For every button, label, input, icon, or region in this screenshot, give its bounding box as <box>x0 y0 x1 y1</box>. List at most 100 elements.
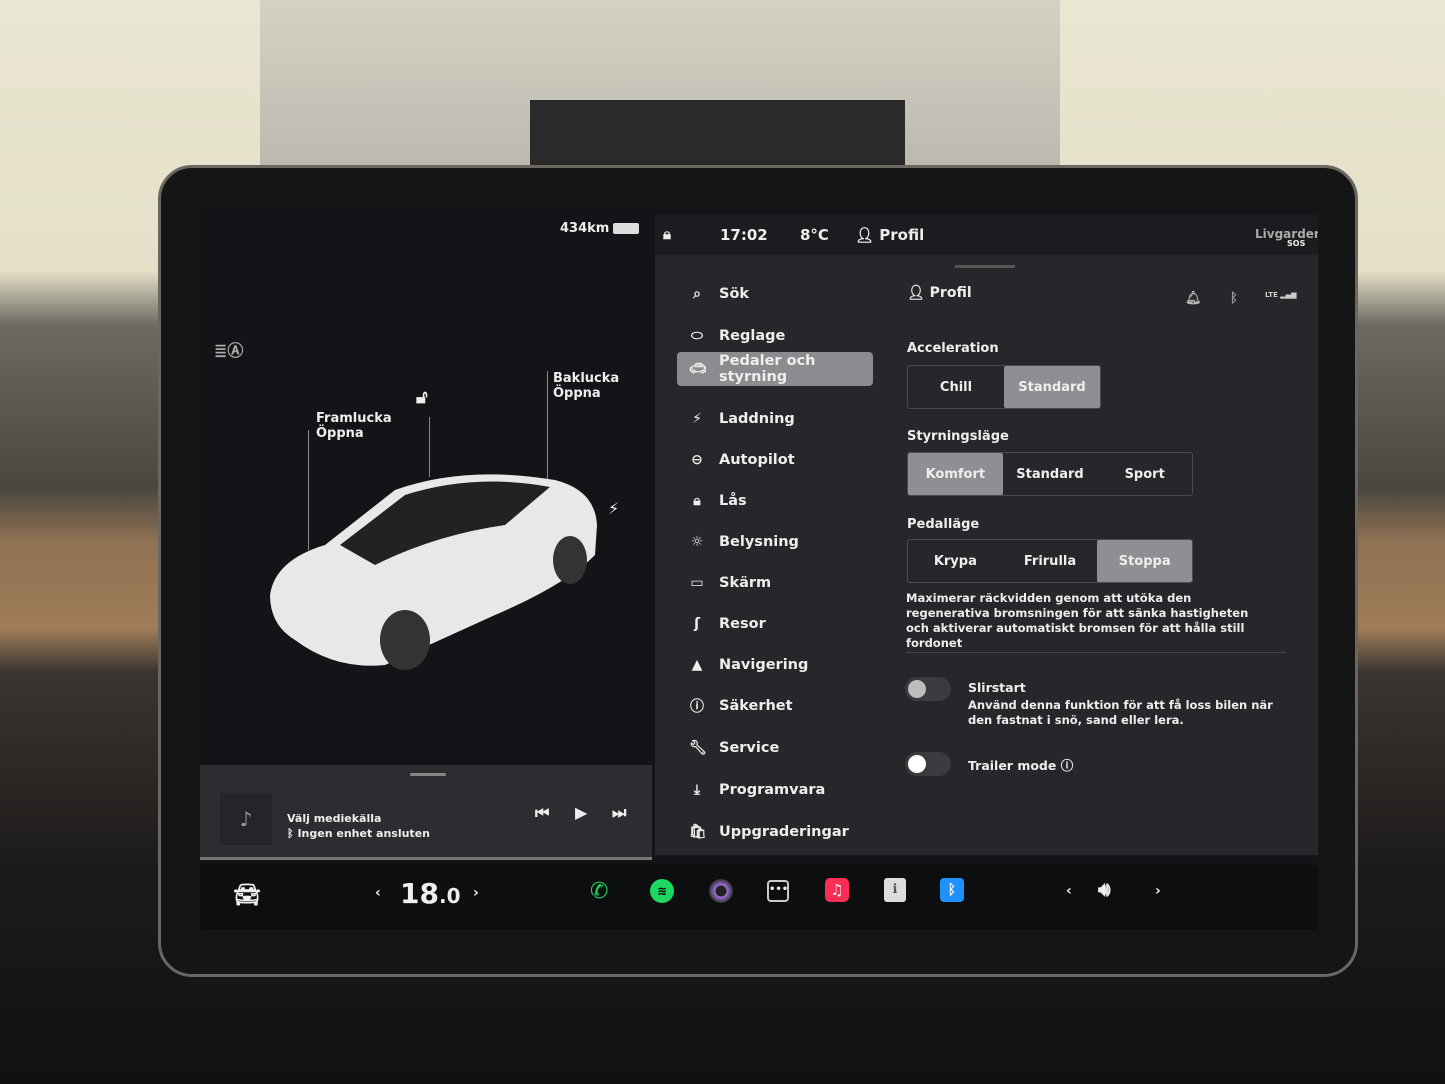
slip-start-toggle[interactable] <box>905 677 951 701</box>
trunk-label: Baklucka <box>553 371 620 386</box>
more-apps-icon[interactable]: ••• <box>767 880 789 902</box>
steering-mode-selector: Komfort Standard Sport <box>907 452 1193 496</box>
lock-toggle-icon[interactable]: 🔒︎ <box>663 225 671 243</box>
volume-up-button[interactable]: › <box>1155 883 1161 899</box>
menu-item-las[interactable]: 🔒︎ Lås <box>677 484 873 518</box>
acceleration-option-chill[interactable]: Chill <box>908 366 1004 408</box>
trailer-mode-label: Trailer mode <box>968 758 1057 773</box>
menu-item-autopilot[interactable]: ⊖ Autopilot <box>677 443 873 477</box>
unlock-icon[interactable]: 🔓︎ <box>416 387 428 408</box>
bolt-icon: ⚡︎ <box>692 411 702 427</box>
trailer-mode-row: Trailer mode ⓘ <box>968 755 1073 774</box>
menu-item-laddning[interactable]: ⚡︎ Laddning <box>677 402 873 436</box>
play-icon[interactable]: ▶︎ <box>575 803 587 822</box>
pedal-option-krypa[interactable]: Krypa <box>908 540 1003 582</box>
car-icon: 🚗︎ <box>689 361 707 377</box>
media-subtitle: ᛒ Ingen enhet ansluten <box>287 827 430 840</box>
car-controls-icon[interactable]: 🚘︎ <box>233 883 261 908</box>
profile-button[interactable]: 👤︎ Profil <box>855 226 924 244</box>
temp-up-button[interactable]: › <box>473 885 479 901</box>
toggle-knob <box>908 755 926 773</box>
menu-item-sakerhet[interactable]: ⓘ Säkerhet <box>677 689 873 723</box>
menu-item-belysning[interactable]: ☼ Belysning <box>677 525 873 559</box>
menu-label: Reglage <box>719 328 786 344</box>
range-indicator: 434km <box>560 221 640 236</box>
menu-item-pedaler[interactable]: 🚗︎ Pedaler och styrning <box>677 352 873 386</box>
slip-start-description: Använd denna funktion för att få loss bi… <box>968 698 1273 727</box>
media-subtitle-text: Ingen enhet ansluten <box>297 827 430 840</box>
volume-icon[interactable]: 🔊︎ <box>1098 877 1111 901</box>
phone-icon[interactable]: ✆ <box>590 879 608 904</box>
charge-port-icon[interactable]: ⚡︎ <box>608 499 619 518</box>
menu-item-resor[interactable]: ʃ Resor <box>677 607 873 641</box>
toggle-knob <box>908 680 926 698</box>
notification-bell-icon[interactable]: 🔔︎ <box>1185 291 1202 306</box>
pedal-option-frirulla[interactable]: Frirulla <box>1003 540 1098 582</box>
car-image <box>270 474 597 670</box>
battery-icon <box>613 223 640 234</box>
pedal-option-stoppa[interactable]: Stoppa <box>1097 540 1193 582</box>
safety-icon: ⓘ <box>690 699 704 715</box>
trailer-mode-toggle[interactable] <box>905 752 951 776</box>
headlight-auto-icon[interactable]: ≣Ⓐ <box>214 337 243 361</box>
camera-icon[interactable] <box>709 879 733 903</box>
menu-label: Service <box>719 740 780 756</box>
frunk-open-button[interactable]: Framlucka Öppna <box>316 411 392 441</box>
cabin-temperature[interactable]: 18.0 <box>400 877 460 910</box>
trunk-state: Öppna <box>553 386 601 401</box>
music-note-icon: ♪ <box>220 793 272 845</box>
menu-item-navigering[interactable]: ▲ Navigering <box>677 648 873 682</box>
search-icon: ⌕ <box>693 286 701 302</box>
status-bar: 🔒︎ 17:02 8°C 👤︎ Profil Livgarden SOS <box>655 215 1318 255</box>
menu-item-programvara[interactable]: ⤓ Programvara <box>677 773 873 807</box>
bottom-bar: 🚘︎ ‹ 18.0 › ✆ ≋ ••• ♫ ℹ ᛒ ‹ 🔊︎ › <box>200 865 1318 930</box>
outside-temperature: 8°C <box>800 226 829 244</box>
menu-label: Skärm <box>719 575 772 591</box>
menu-item-service[interactable]: 🔧︎ Service <box>677 731 873 765</box>
frunk-state: Öppna <box>316 426 364 441</box>
profile-label: Profil <box>879 226 925 244</box>
steering-option-standard[interactable]: Standard <box>1003 453 1098 495</box>
steering-mode-label: Styrningsläge <box>907 429 1009 444</box>
clock: 17:02 <box>720 226 768 244</box>
volume-down-button[interactable]: ‹ <box>1066 883 1072 899</box>
menu-item-reglage[interactable]: ⬭ Reglage <box>677 319 873 353</box>
steering-option-sport[interactable]: Sport <box>1097 453 1192 495</box>
temp-decimal: .0 <box>438 884 461 908</box>
music-app-icon[interactable]: ♫ <box>825 878 849 902</box>
divider <box>906 652 1286 653</box>
slip-start-label: Slirstart <box>968 680 1026 695</box>
previous-track-icon[interactable]: ⏮︎ <box>535 803 549 823</box>
temp-down-button[interactable]: ‹ <box>375 885 381 901</box>
wrench-icon: 🔧︎ <box>689 740 707 756</box>
car-panel: 434km ≣Ⓐ Framlucka Öppna 🔓︎ Baklucka Öpp… <box>200 205 652 865</box>
acceleration-selector: Chill Standard <box>907 365 1101 409</box>
media-source-title[interactable]: Välj mediekälla <box>287 812 381 825</box>
lte-label: LTE <box>1265 291 1278 299</box>
navigation-icon: ▲ <box>691 657 703 673</box>
media-drag-handle[interactable] <box>410 773 446 776</box>
lock-icon: 🔒︎ <box>693 493 701 509</box>
acceleration-option-standard[interactable]: Standard <box>1004 366 1100 408</box>
menu-item-skarm[interactable]: ▭ Skärm <box>677 566 873 600</box>
manual-icon[interactable]: ℹ <box>884 878 906 902</box>
menu-label: Navigering <box>719 657 809 673</box>
bluetooth-status-icon[interactable]: ᛒ <box>1230 291 1238 306</box>
menu-label: Resor <box>719 616 766 632</box>
pedal-mode-description: Maximerar räckvidden genom att utöka den… <box>906 591 1249 650</box>
info-icon[interactable]: ⓘ <box>1061 758 1074 773</box>
range-text: 434km <box>560 221 610 236</box>
sos-button[interactable]: SOS <box>1287 239 1305 248</box>
spotify-icon[interactable]: ≋ <box>650 879 674 903</box>
media-player: ♪ Välj mediekälla ᛒ Ingen enhet ansluten… <box>200 765 652 860</box>
panel-drag-handle[interactable] <box>955 265 1015 268</box>
menu-item-sok[interactable]: ⌕ Sök <box>677 277 873 311</box>
menu-item-uppgraderingar[interactable]: 🛍︎ Uppgraderingar <box>677 815 873 849</box>
next-track-icon[interactable]: ⏭︎ <box>612 803 626 823</box>
bag-icon: 🛍︎ <box>689 824 707 840</box>
menu-label: Uppgraderingar <box>719 824 849 840</box>
bluetooth-app-icon[interactable]: ᛒ <box>940 878 964 902</box>
steering-option-komfort[interactable]: Komfort <box>908 453 1003 495</box>
trunk-open-button[interactable]: Baklucka Öppna <box>553 371 619 401</box>
menu-label: Programvara <box>719 782 826 798</box>
